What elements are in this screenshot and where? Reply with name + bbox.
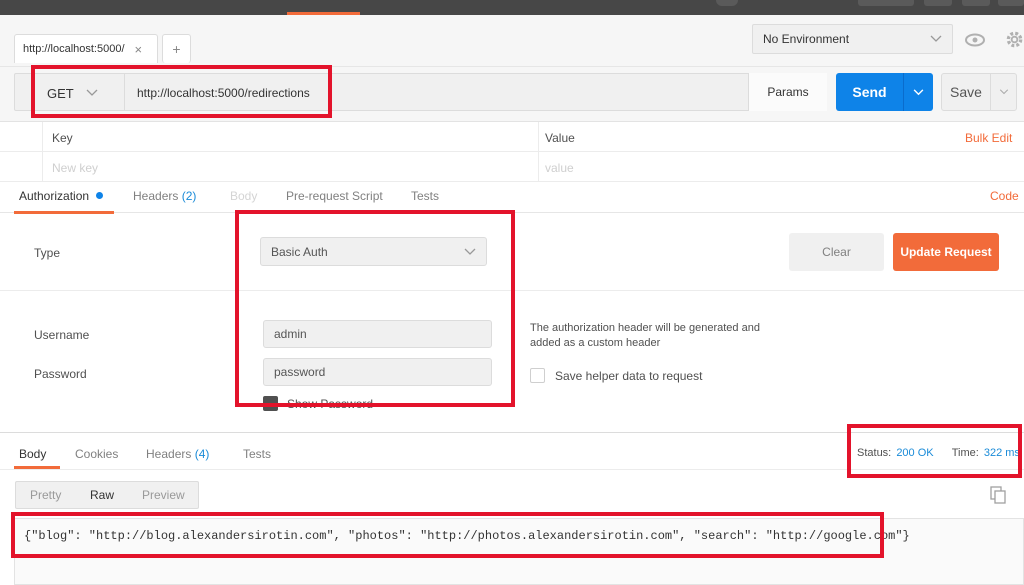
new-tab-button[interactable]: + xyxy=(162,34,191,63)
copy-icon[interactable] xyxy=(990,486,1006,504)
clear-button[interactable]: Clear xyxy=(789,233,884,271)
send-options-button[interactable] xyxy=(904,73,933,111)
bulk-edit-link[interactable]: Bulk Edit xyxy=(965,131,1012,145)
chevron-down-icon xyxy=(930,35,942,42)
send-label: Send xyxy=(852,84,887,100)
auth-hint-line: added as a custom header xyxy=(530,337,661,349)
checkbox-icon xyxy=(530,368,545,383)
tab-headers-label: Headers xyxy=(133,189,179,203)
headers-count: (2) xyxy=(181,189,197,203)
update-request-button[interactable]: Update Request xyxy=(893,233,999,271)
view-preview[interactable]: Preview xyxy=(142,488,185,502)
annotation-box xyxy=(31,65,332,118)
tab-response-tests[interactable]: Tests xyxy=(243,447,271,461)
save-button[interactable]: Save xyxy=(941,73,1017,111)
chevron-down-icon xyxy=(999,89,1009,95)
active-tab-underline xyxy=(14,211,114,214)
tab-response-headers-label: Headers xyxy=(146,447,192,461)
send-button[interactable]: Send xyxy=(836,73,933,111)
clear-label: Clear xyxy=(822,245,851,259)
save-label: Save xyxy=(950,84,982,100)
tab-authorization-label: Authorization xyxy=(19,189,90,203)
code-link[interactable]: Code xyxy=(990,189,1019,203)
annotation-box xyxy=(847,424,1022,478)
annotation-box xyxy=(235,210,515,407)
close-icon[interactable]: × xyxy=(135,42,143,57)
chevron-down-icon xyxy=(913,88,924,95)
response-headers-count: (4) xyxy=(194,447,210,461)
username-label: Username xyxy=(34,328,90,342)
environment-select[interactable]: No Environment xyxy=(752,24,953,54)
tab-headers[interactable]: Headers (2) xyxy=(133,189,196,203)
toolbar-button[interactable] xyxy=(858,0,914,6)
new-key-input[interactable]: New key xyxy=(52,161,98,175)
tab-prerequest-script[interactable]: Pre-request Script xyxy=(286,189,383,203)
request-tab-label: http://localhost:5000/ xyxy=(23,43,125,55)
tab-authorization[interactable]: Authorization xyxy=(19,189,104,203)
save-options-button[interactable] xyxy=(991,74,1017,110)
params-label: Params xyxy=(767,85,809,99)
toolbar-button[interactable] xyxy=(924,0,952,6)
divider xyxy=(42,122,43,181)
divider xyxy=(538,122,539,181)
save-helper-toggle[interactable]: Save helper data to request xyxy=(530,368,702,383)
eye-icon[interactable] xyxy=(964,33,986,47)
user-icon[interactable] xyxy=(716,0,738,6)
active-dot-icon xyxy=(96,192,104,199)
divider xyxy=(0,151,1024,152)
toolbar-button[interactable] xyxy=(998,0,1024,6)
tab-response-body[interactable]: Body xyxy=(19,447,46,461)
column-header-value: Value xyxy=(545,131,575,145)
tab-tests[interactable]: Tests xyxy=(411,189,439,203)
gear-icon[interactable] xyxy=(1005,30,1024,49)
update-request-label: Update Request xyxy=(900,245,992,259)
auth-hint: The authorization header will be generat… xyxy=(530,321,760,351)
params-button[interactable]: Params xyxy=(748,73,827,111)
toolbar-button[interactable] xyxy=(962,0,990,6)
plus-icon: + xyxy=(172,41,181,57)
tab-body[interactable]: Body xyxy=(230,189,257,203)
password-label: Password xyxy=(34,367,87,381)
save-helper-label: Save helper data to request xyxy=(555,368,703,383)
annotation-box xyxy=(11,512,884,558)
column-header-key: Key xyxy=(52,131,73,145)
type-label: Type xyxy=(34,246,61,260)
new-value-input[interactable]: value xyxy=(545,161,574,175)
request-tab[interactable]: http://localhost:5000/ × xyxy=(14,34,158,63)
environment-label: No Environment xyxy=(763,32,850,46)
view-raw[interactable]: Raw xyxy=(90,488,114,502)
app-top-bar xyxy=(0,0,1024,15)
view-pretty[interactable]: Pretty xyxy=(30,488,61,502)
tab-cookies[interactable]: Cookies xyxy=(75,447,118,461)
auth-hint-line: The authorization header will be generat… xyxy=(530,322,760,334)
tab-response-headers[interactable]: Headers (4) xyxy=(146,447,209,461)
